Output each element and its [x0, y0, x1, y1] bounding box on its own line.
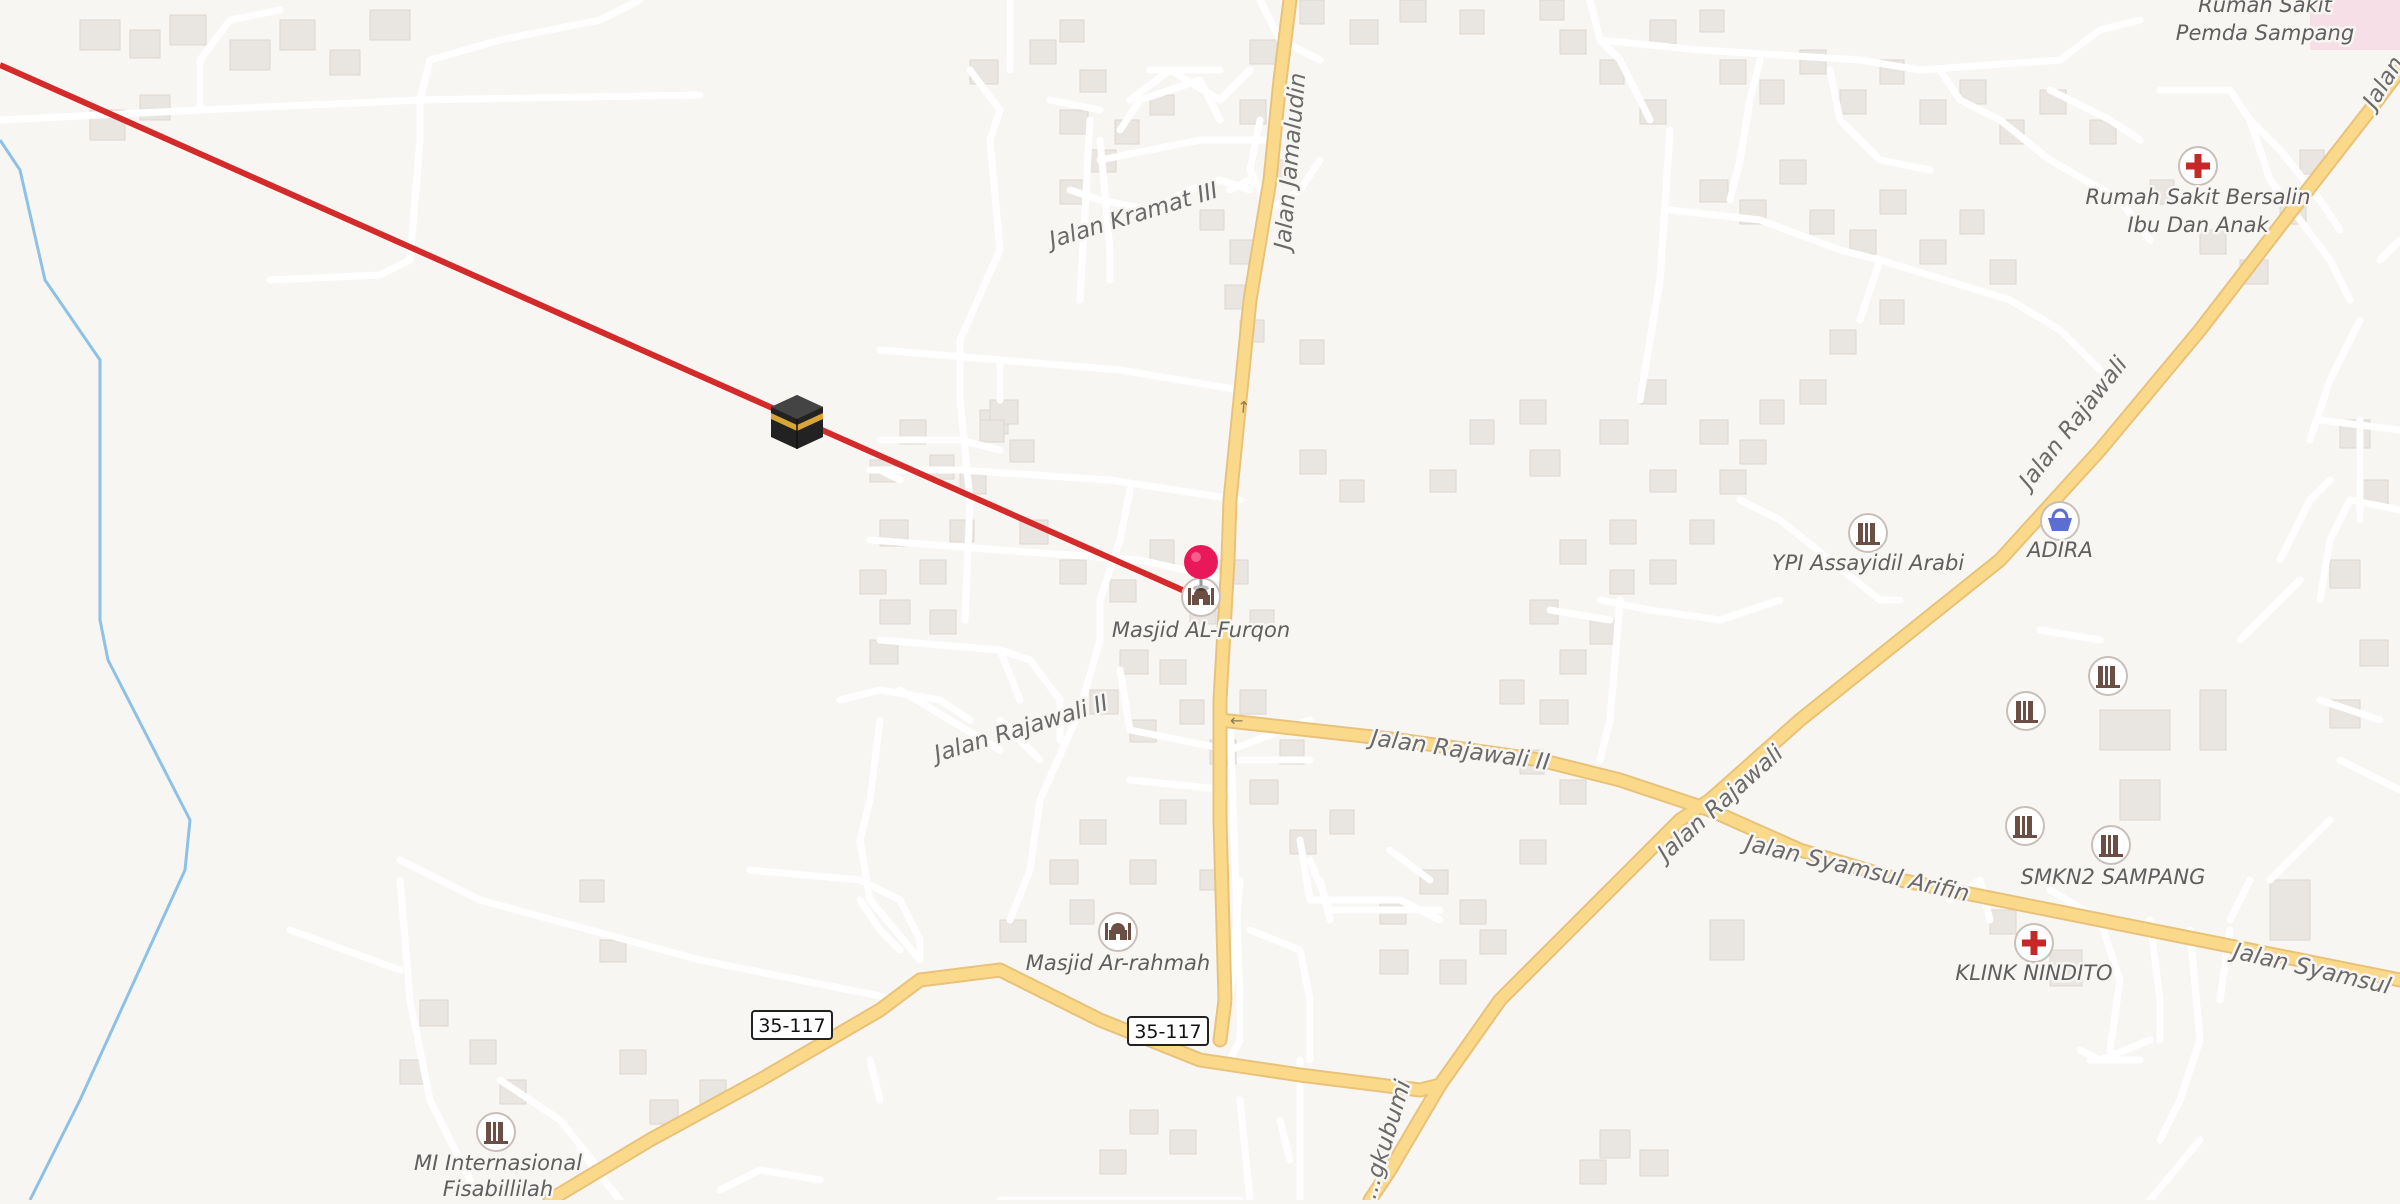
road-label-syamsul-arifin: Jalan Syamsul Arifin	[1739, 830, 1972, 908]
oneway-arrow: →	[1233, 399, 1253, 414]
road-label-rajawali-ii-east: Jalan Rajawali II	[1365, 725, 1551, 776]
road-label-jalan-ne: Jalan	[2356, 52, 2400, 117]
hospital-icon	[2178, 146, 2218, 186]
poi-rumah-sakit-pemda[interactable]: Rumah Sakit Pemda Sampang	[2173, 0, 2356, 48]
svg-text:35-117: 35-117	[758, 1015, 825, 1037]
poi-ypi-assayidil-arabi[interactable]: YPI Assayidil Arabi	[1769, 513, 1967, 578]
poi-label: MI Internasional	[414, 1151, 582, 1175]
school-icon[interactable]	[2088, 656, 2128, 696]
poi-label: Rumah Sakit	[2198, 0, 2332, 17]
mosque-icon	[1098, 912, 1138, 952]
map-canvas[interactable]: → ← Jalan Jamaludin Jalan Kramat III Jal…	[0, 0, 2400, 1204]
poi-label: Rumah Sakit Bersalin	[2085, 185, 2310, 209]
route-shield: 35-117	[751, 1010, 833, 1040]
poi-label-line2: Ibu Dan Anak	[2127, 213, 2269, 237]
poi-label: Masjid AL-Furqon	[1112, 618, 1290, 642]
poi-label-line2: Pemda Sampang	[2176, 21, 2354, 45]
river-line	[0, 139, 192, 1201]
poi-label: KLINK NINDITO	[1955, 961, 2112, 985]
shop-basket-icon	[2039, 500, 2081, 542]
hospital-icon	[2014, 923, 2054, 963]
poi-label: SMKN2 SAMPANG	[2021, 865, 2206, 889]
school-icon[interactable]	[2006, 691, 2046, 731]
school-icon[interactable]	[2005, 806, 2045, 846]
school-icon	[2091, 825, 2131, 865]
svg-text:35-117: 35-117	[1134, 1021, 1201, 1043]
oneway-arrow: ←	[1230, 711, 1243, 730]
poi-label: Masjid Ar-rahmah	[1026, 951, 1210, 975]
route-shield: 35-117	[1127, 1016, 1209, 1046]
poi-smkn2-sampang[interactable]: SMKN2 SAMPANG	[2018, 825, 2208, 892]
qibla-direction-line	[0, 62, 1200, 600]
poi-klink-nindito[interactable]: KLINK NINDITO	[1953, 923, 2115, 988]
poi-label-line2: Fisabillilah	[443, 1177, 553, 1200]
school-icon	[476, 1112, 516, 1152]
poi-label: YPI Assayidil Arabi	[1772, 551, 1965, 575]
poi-masjid-ar-rahmah[interactable]: Masjid Ar-rahmah	[1023, 912, 1213, 978]
school-icon	[1848, 513, 1888, 553]
kaaba-icon[interactable]	[771, 395, 823, 449]
buildings-layer	[79, 0, 2389, 1185]
road-label-syamsul: Jalan Syamsul	[2227, 938, 2394, 1001]
poi-label: ADIRA	[2025, 538, 2093, 562]
